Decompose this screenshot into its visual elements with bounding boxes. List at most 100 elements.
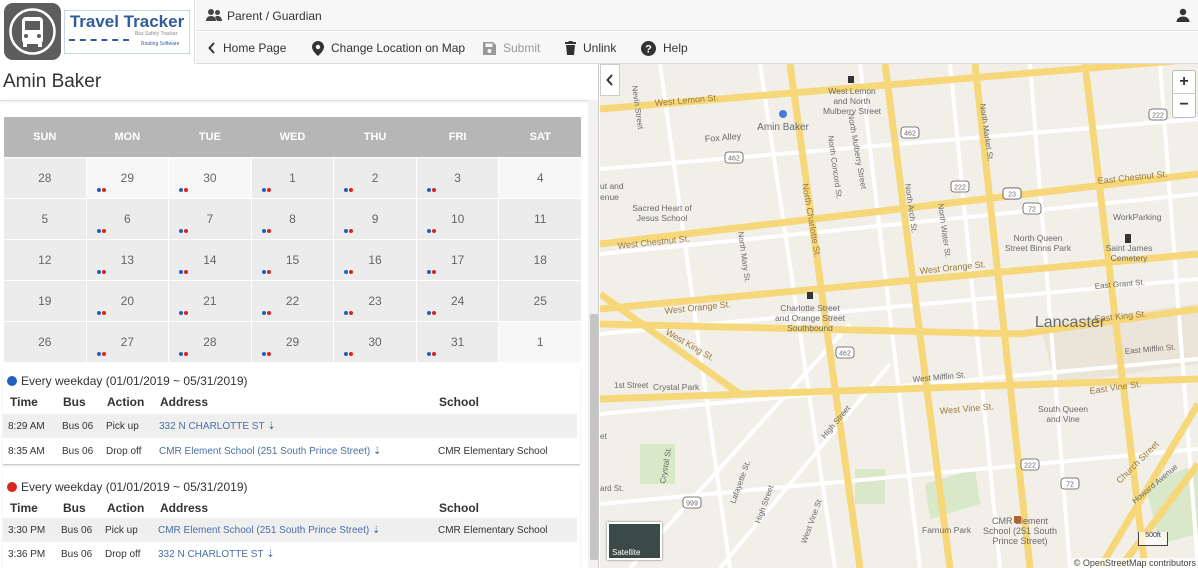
day-number: 20 <box>120 294 135 308</box>
scrollbar-thumb[interactable] <box>590 314 598 560</box>
calendar-day[interactable]: 30 <box>169 158 251 198</box>
trip-dot <box>349 229 354 233</box>
calendar-day[interactable]: 18 <box>499 240 581 280</box>
city-label: Lancaster <box>1035 314 1106 331</box>
calendar-day[interactable]: 1 <box>251 158 334 198</box>
place-label: West Lemon <box>828 86 876 96</box>
calendar-day[interactable]: 31 <box>416 322 499 362</box>
calendar-day[interactable]: 3 <box>416 158 499 198</box>
trip-indicator <box>426 270 436 274</box>
trip-dot <box>431 352 436 356</box>
calendar-day[interactable]: 7 <box>169 199 251 239</box>
calendar-day[interactable]: 6 <box>86 199 169 239</box>
change-location-button[interactable]: Change Location on Map <box>312 32 465 64</box>
home-page-button[interactable]: Home Page <box>208 32 286 64</box>
day-number: 7 <box>206 212 214 226</box>
weekday-header: WED <box>251 117 334 157</box>
account-icon[interactable] <box>1176 8 1190 22</box>
place-label: Farnum Park <box>922 525 972 535</box>
row-bus: Bus 06 <box>62 446 94 457</box>
calendar-day[interactable]: 15 <box>251 240 334 280</box>
trip-dot <box>344 270 349 274</box>
calendar-day[interactable]: 17 <box>416 240 499 280</box>
calendar-day[interactable]: 24 <box>416 281 499 321</box>
calendar-day[interactable]: 9 <box>334 199 416 239</box>
trip-indicator <box>344 352 354 356</box>
top-bar: Parent / Guardian <box>196 0 1198 31</box>
collapse-panel-button[interactable] <box>600 64 620 96</box>
trip-dot <box>261 352 266 356</box>
calendar-day[interactable]: 13 <box>86 240 169 280</box>
row-bus: Bus 06 <box>61 525 93 536</box>
calendar-day[interactable]: 22 <box>251 281 334 321</box>
calendar-day[interactable]: 12 <box>4 240 86 280</box>
calendar-day[interactable]: 5 <box>4 199 86 239</box>
calendar-day[interactable]: 11 <box>499 199 581 239</box>
place-label: Southbound <box>787 323 833 333</box>
trip-dot <box>101 188 106 192</box>
calendar-day[interactable]: 4 <box>499 158 581 198</box>
trip-indicator <box>96 188 106 192</box>
trip-indicator <box>426 352 436 356</box>
trip-indicator <box>344 270 354 274</box>
calendar-day[interactable]: 8 <box>251 199 334 239</box>
trip-dot <box>266 270 271 274</box>
map[interactable]: West Lemon St. Fox Alley West Chestnut St.… <box>600 64 1198 568</box>
row-address-link[interactable]: 332 N CHARLOTTE ST ⇣ <box>159 421 276 432</box>
trip-indicator <box>96 270 106 274</box>
calendar-day[interactable]: 20 <box>86 281 169 321</box>
calendar-day[interactable]: 14 <box>169 240 251 280</box>
calendar-day[interactable]: 23 <box>334 281 416 321</box>
row-address-link[interactable]: CMR Element School (251 South Prince Str… <box>158 525 380 536</box>
help-button[interactable]: ? Help <box>641 32 688 64</box>
trip-dot <box>266 352 271 356</box>
trip-indicator <box>179 188 189 192</box>
home-location-marker[interactable] <box>779 110 787 118</box>
calendar-day[interactable]: 10 <box>416 199 499 239</box>
row-time: 3:36 PM <box>8 549 46 560</box>
row-address-link[interactable]: CMR Element School (251 South Prince Str… <box>159 446 381 457</box>
trip-dot <box>349 270 354 274</box>
day-number: 16 <box>368 253 382 267</box>
calendar-day[interactable]: 16 <box>334 240 416 280</box>
home-page-label: Home Page <box>223 41 287 55</box>
unlink-button[interactable]: Unlink <box>565 32 616 64</box>
school-marker-label: Prince Street) <box>992 536 1047 546</box>
day-number: 19 <box>38 294 52 308</box>
weekday-header: TUE <box>169 117 251 157</box>
place-label: Cemetery <box>1111 253 1149 263</box>
calendar-day[interactable]: 29 <box>251 322 334 362</box>
day-number: 27 <box>120 335 135 349</box>
calendar-day[interactable]: 29 <box>86 158 169 198</box>
zoom-out-button[interactable]: − <box>1173 94 1195 117</box>
day-number: 25 <box>533 294 547 308</box>
satellite-toggle[interactable]: Satellite <box>607 522 662 560</box>
svg-text:?: ? <box>645 43 652 55</box>
calendar-day[interactable]: 21 <box>169 281 251 321</box>
calendar-day[interactable]: 25 <box>499 281 581 321</box>
calendar-day[interactable]: 28 <box>4 158 86 198</box>
trip-dot <box>101 270 106 274</box>
day-number: 24 <box>450 294 465 308</box>
weekday-header: THU <box>334 117 416 157</box>
zoom-in-button[interactable]: + <box>1173 71 1195 94</box>
row-address-link[interactable]: 332 N CHARLOTTE ST ⇣ <box>158 549 275 560</box>
calendar-day[interactable]: 2 <box>334 158 416 198</box>
calendar-day[interactable]: 19 <box>4 281 86 321</box>
table-row: 3:36 PM Bus 06 Drop off 332 N CHARLOTTE … <box>3 542 577 566</box>
help-label: Help <box>663 41 688 55</box>
place-label: WorkParking <box>1113 212 1162 222</box>
row-bus: Bus 06 <box>62 421 94 432</box>
trip-dot <box>179 270 184 274</box>
calendar-day[interactable]: 30 <box>334 322 416 362</box>
place-label: Mulberry Street <box>823 106 882 116</box>
calendar-day[interactable]: 1 <box>499 322 581 362</box>
calendar-day[interactable]: 27 <box>86 322 169 362</box>
trip-dot <box>426 352 431 356</box>
calendar-day[interactable]: 28 <box>169 322 251 362</box>
logo-tagline: Routing Software <box>141 41 180 47</box>
trip-dot <box>261 188 266 192</box>
calendar-day[interactable]: 26 <box>4 322 86 362</box>
day-number: 29 <box>285 335 300 349</box>
submit-button[interactable]: Submit <box>483 32 540 64</box>
